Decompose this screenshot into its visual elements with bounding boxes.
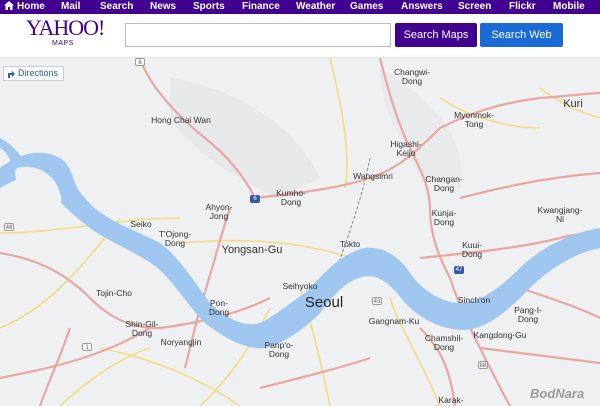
nav-search[interactable]: Search (100, 0, 133, 14)
route-shield: 48 (4, 223, 14, 231)
place-label: Changan- Dong (425, 174, 463, 193)
place-label: Panp'o- Dong (264, 340, 294, 359)
place-label: Sinch'on (457, 295, 491, 305)
nav-finance[interactable]: Finance (242, 0, 280, 14)
logo-brand: YAHOO! (26, 15, 105, 40)
place-label: Gangnam-Ku (368, 316, 420, 326)
place-label: Shin-Gil- Dong (125, 319, 159, 338)
place-label: Kuri (563, 98, 583, 110)
route-shield: 88 (478, 361, 488, 369)
header: YAHOO! MAPS Search Maps Search Web (0, 14, 600, 58)
route-shield: 6 (135, 58, 145, 66)
logo-sub: MAPS (52, 40, 74, 47)
route-shield: 1 (82, 343, 92, 351)
nav-sports[interactable]: Sports (193, 0, 225, 14)
route-shield: 47 (454, 266, 464, 274)
place-label: Hong Chai Wan (151, 115, 211, 125)
place-label: Higashi- Keijo (390, 139, 422, 158)
watermark: BodNara (530, 386, 585, 401)
nav-games[interactable]: Games (350, 0, 383, 14)
place-label: Kangdong-Gu (473, 330, 527, 340)
home-icon (4, 1, 14, 10)
nav-mail[interactable]: Mail (61, 0, 80, 14)
place-label: Wangsimri (353, 171, 393, 181)
route-shield: 6 (250, 195, 260, 203)
nav-home[interactable]: Home (4, 0, 45, 14)
nav-screen[interactable]: Screen (458, 0, 491, 14)
route-shield: 43 (372, 297, 382, 305)
map-canvas[interactable]: 6 6 48 1 43 47 88 Changwi- Dong Kuri Hon… (0, 58, 600, 406)
directions-button[interactable]: Directions (3, 66, 65, 81)
directions-label: Directions (18, 68, 59, 78)
place-label: Tokto (339, 239, 361, 249)
place-label: Seoul (304, 294, 344, 311)
place-label: Seiko (130, 219, 152, 229)
place-label: Pang-I- Dong (514, 305, 542, 324)
top-nav-bar: Home Mail Search News Sports Finance Wea… (0, 0, 600, 14)
place-label: Kwangjang-Ni (537, 205, 583, 224)
place-label: Pon- Dong (208, 298, 230, 317)
place-label: Noryangjin (160, 337, 202, 347)
nav-mobile[interactable]: Mobile (553, 0, 585, 14)
place-label: Myonmok- Tong (454, 110, 494, 129)
map-graphics (0, 58, 600, 406)
place-label: Kumho- Dong (276, 188, 306, 207)
place-label: Karak- (438, 395, 464, 405)
place-label: T'Ojong- Dong (158, 229, 192, 248)
place-label: Yongsan-Gu (221, 244, 283, 256)
nav-home-label: Home (17, 1, 45, 12)
place-label: Ahyon- Jong (205, 202, 233, 221)
place-label: Chamshil- Dong (424, 333, 464, 352)
nav-news[interactable]: News (150, 0, 176, 14)
place-label: Kuui- Dong (461, 240, 483, 259)
search-input[interactable] (125, 23, 391, 47)
search-web-button[interactable]: Search Web (480, 23, 563, 47)
nav-weather[interactable]: Weather (296, 0, 335, 14)
search-maps-button[interactable]: Search Maps (395, 23, 477, 47)
yahoo-maps-logo[interactable]: YAHOO! MAPS (26, 15, 105, 51)
place-label: Seihyoko (282, 281, 318, 291)
place-label: Tojin-Cho (96, 288, 132, 298)
nav-flickr[interactable]: Flickr (509, 0, 536, 14)
nav-answers[interactable]: Answers (401, 0, 443, 14)
place-label: Kunja- Dong (431, 208, 457, 227)
place-label: Changwi- Dong (394, 67, 430, 86)
directions-icon (8, 70, 15, 78)
